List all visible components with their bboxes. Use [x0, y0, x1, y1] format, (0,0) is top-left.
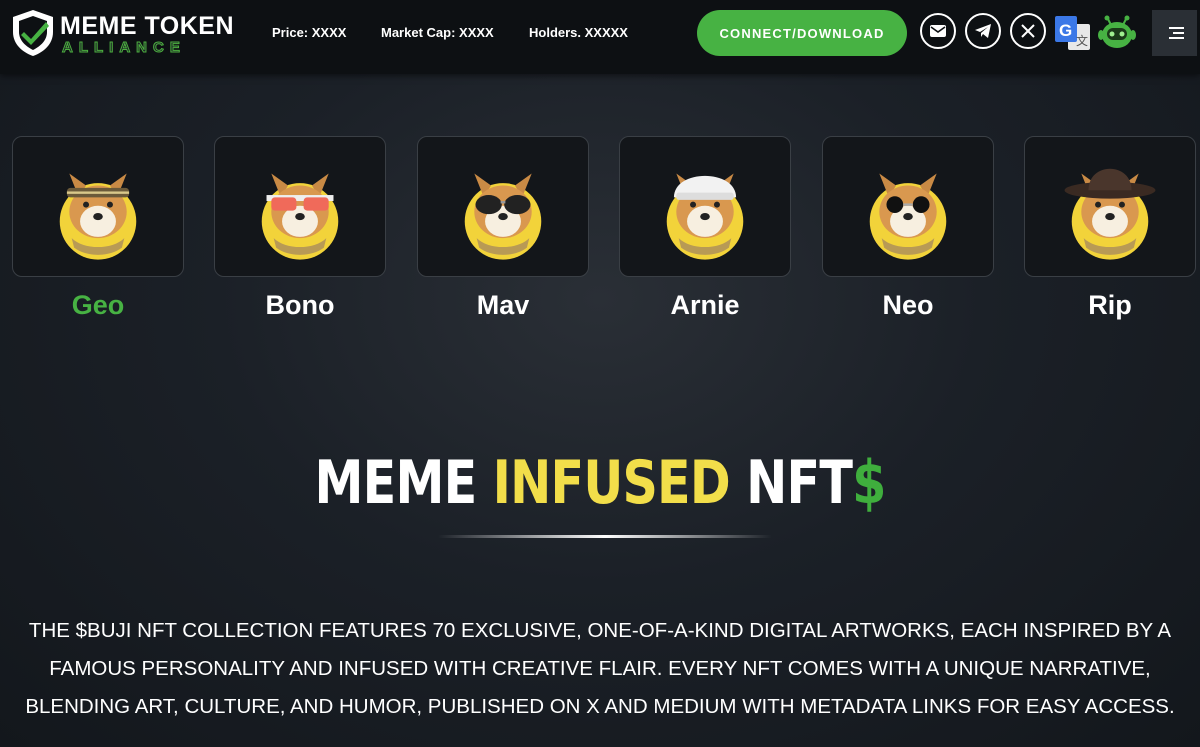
mail-icon[interactable]: [920, 13, 956, 49]
bot-icon[interactable]: [1097, 13, 1137, 53]
price-stat: Price: XXXX: [272, 25, 347, 40]
connect-download-button[interactable]: CONNECT/DOWNLOAD: [697, 10, 907, 56]
nft-card-bono[interactable]: [214, 136, 386, 277]
nft-avatar-image: [59, 173, 137, 260]
market-cap-stat: Market Cap: XXXX: [381, 25, 494, 40]
nft-avatar-image: [666, 173, 744, 260]
section-headline: MEME INFUSED NFT$: [108, 448, 1092, 518]
hamburger-menu-button[interactable]: [1152, 10, 1197, 56]
site-header: MEME TOKEN ALLIANCE Price: XXXX Market C…: [0, 0, 1200, 74]
holders-stat: Holders. XXXXX: [529, 25, 628, 40]
nft-name-neo[interactable]: Neo: [822, 290, 994, 321]
nft-name-bono[interactable]: Bono: [214, 290, 386, 321]
nft-card-rip[interactable]: [1024, 136, 1196, 277]
nft-card-geo[interactable]: [12, 136, 184, 277]
nft-avatar-image: [1064, 168, 1156, 260]
nft-card-neo[interactable]: [822, 136, 994, 277]
nft-avatar-image: [464, 173, 542, 260]
nft-avatar-image: [261, 173, 339, 260]
nft-card-mav[interactable]: [417, 136, 589, 277]
svg-text:文: 文: [1076, 33, 1088, 48]
nft-name-arnie[interactable]: Arnie: [619, 290, 791, 321]
logo[interactable]: MEME TOKEN ALLIANCE: [10, 8, 234, 60]
logo-title: MEME TOKEN: [60, 12, 234, 40]
nft-avatar-image: [869, 173, 947, 260]
nft-name-geo[interactable]: Geo: [12, 290, 184, 321]
nft-name-rip[interactable]: Rip: [1024, 290, 1196, 321]
headline-part-nft: NFT: [729, 448, 853, 518]
translate-icon[interactable]: G 文: [1054, 14, 1092, 52]
headline-divider: [438, 535, 772, 538]
hamburger-menu-icon: [1168, 27, 1184, 39]
telegram-icon[interactable]: [965, 13, 1001, 49]
nft-card-arnie[interactable]: [619, 136, 791, 277]
collection-description: THE $BUJI NFT COLLECTION FEATURES 70 EXC…: [25, 619, 1175, 718]
headline-part-meme: MEME: [314, 448, 493, 518]
logo-subtitle: ALLIANCE: [62, 39, 186, 57]
x-icon[interactable]: [1010, 13, 1046, 49]
headline-part-infused: INFUSED: [492, 448, 731, 518]
nft-name-mav[interactable]: Mav: [417, 290, 589, 321]
svg-text:G: G: [1059, 21, 1072, 40]
headline-part-dollar: $: [852, 448, 886, 518]
shield-logo-icon: [13, 10, 53, 56]
